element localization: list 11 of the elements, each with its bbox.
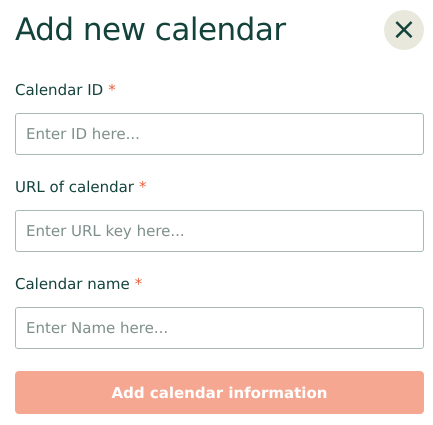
dialog-title: Add new calendar	[15, 12, 286, 48]
input-field[interactable]: Enter ID here...	[15, 113, 424, 155]
required-mark: *	[108, 81, 116, 99]
required-mark: *	[134, 275, 142, 293]
close-button[interactable]: ×	[384, 10, 424, 50]
required-mark: *	[138, 178, 146, 196]
field-label: URL of calendar	[15, 178, 134, 196]
field-label: Calendar name	[15, 275, 130, 293]
input-field[interactable]: Enter Name here...	[15, 307, 424, 349]
field-label: Calendar ID	[15, 81, 104, 99]
input-field[interactable]: Enter URL key here...	[15, 210, 424, 252]
